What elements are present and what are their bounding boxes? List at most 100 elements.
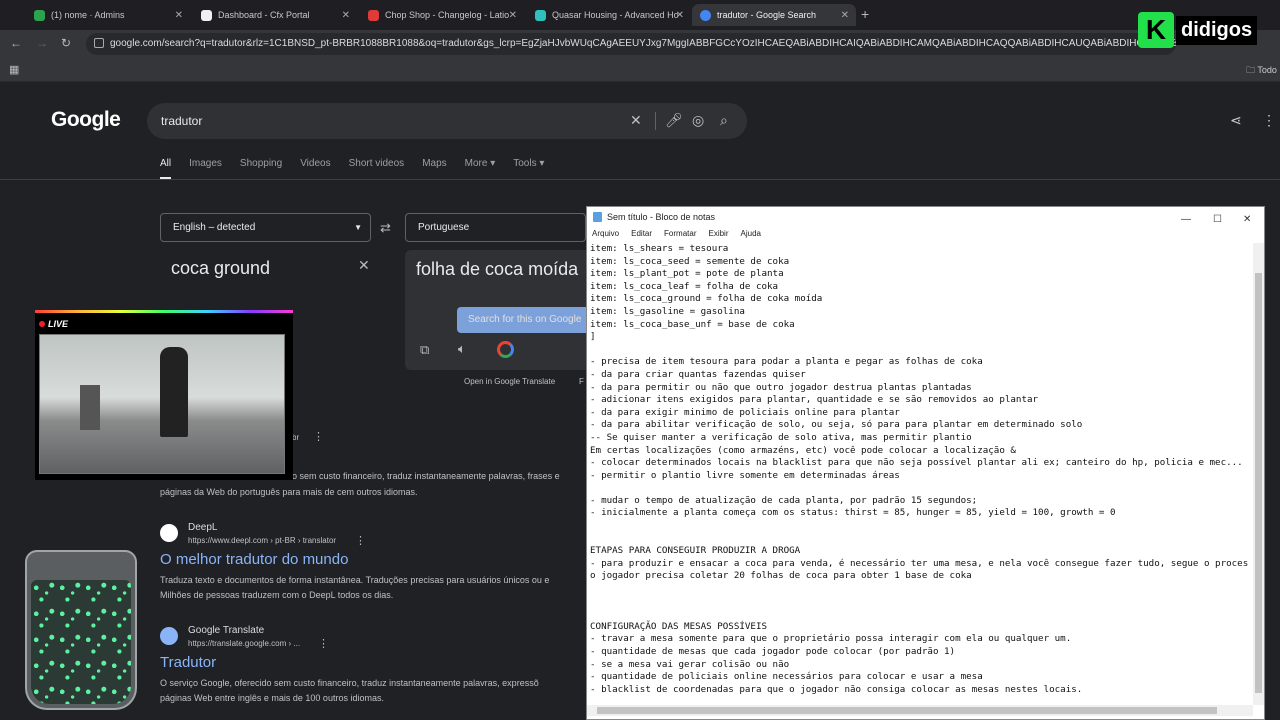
search-input[interactable]: tradutor bbox=[161, 114, 202, 128]
source-language: English – detected bbox=[173, 222, 256, 233]
tab-more[interactable]: More ▾ bbox=[465, 158, 496, 179]
notepad-line: - mudar o tempo de atualização de cada p… bbox=[590, 494, 978, 506]
google-g-icon[interactable] bbox=[497, 341, 514, 358]
speaker-icon[interactable]: 🔈︎ bbox=[458, 341, 466, 357]
menu-formatar[interactable]: Formatar bbox=[664, 229, 696, 243]
more-options-icon[interactable]: ⋮ bbox=[313, 430, 324, 443]
candy-fill bbox=[31, 580, 131, 704]
notepad-line: o jogador precisa coletar 20 folhas de c… bbox=[590, 570, 972, 582]
swap-languages-icon[interactable]: ⇄ bbox=[380, 220, 391, 236]
tab-label: Quasar Housing - Advanced Ho bbox=[552, 10, 679, 20]
clear-search-icon[interactable]: ✕ bbox=[630, 112, 642, 129]
new-tab-button[interactable]: + bbox=[861, 6, 869, 22]
apps-icon[interactable]: ▦ bbox=[9, 63, 19, 76]
notepad-line bbox=[590, 533, 1250, 546]
notepad-line: - blacklist de coordenadas para que o jo… bbox=[590, 683, 1083, 695]
tab-maps[interactable]: Maps bbox=[422, 158, 446, 179]
result-site-name: Google Translate bbox=[188, 625, 265, 636]
close-tab-icon[interactable]: ✕ bbox=[175, 10, 183, 21]
browser-tab[interactable]: Dashboard - Cfx Portal ✕ bbox=[193, 4, 357, 26]
close-icon[interactable]: ✕ bbox=[1243, 210, 1251, 230]
share-icon[interactable]: ⋖ bbox=[1230, 112, 1242, 129]
more-options-icon[interactable]: ⋮ bbox=[318, 637, 329, 650]
feedback-link[interactable]: F bbox=[579, 377, 584, 386]
open-in-google-translate-link[interactable]: Open in Google Translate bbox=[464, 377, 555, 386]
tab-shopping[interactable]: Shopping bbox=[240, 158, 282, 179]
notepad-line bbox=[590, 608, 1250, 621]
microphone-icon[interactable]: 🎤︎ bbox=[665, 112, 683, 129]
window-title: Sem título - Bloco de notas bbox=[607, 212, 716, 222]
notepad-menubar: Arquivo Editar Formatar Exibir Ajuda bbox=[587, 229, 1264, 243]
google-logo[interactable]: Google bbox=[51, 108, 121, 132]
person-silhouette bbox=[160, 347, 188, 437]
menu-ajuda[interactable]: Ajuda bbox=[741, 229, 761, 243]
browser-tab-active[interactable]: tradutor - Google Search ✕ bbox=[692, 4, 856, 26]
notepad-line bbox=[590, 482, 1250, 495]
source-language-select[interactable]: English – detected ▼ bbox=[160, 213, 371, 242]
browser-tab[interactable]: Chop Shop - Changelog - Latio ✕ bbox=[360, 4, 524, 26]
notepad-line: - se a mesa vai gerar colisão ou não bbox=[590, 658, 790, 670]
menu-exibir[interactable]: Exibir bbox=[708, 229, 728, 243]
back-icon[interactable]: ← bbox=[10, 36, 22, 50]
close-tab-icon[interactable]: ✕ bbox=[841, 10, 849, 21]
navigation-bar: ← → ↻ google.com/search?q=tradutor&rlz=1… bbox=[0, 30, 1280, 58]
browser-tab[interactable]: (1) nome · Admins ✕ bbox=[26, 4, 190, 26]
copy-icon[interactable]: ⧉ bbox=[420, 342, 429, 358]
notepad-line bbox=[590, 520, 1250, 533]
vertical-scrollbar[interactable] bbox=[1253, 243, 1264, 705]
live-dot-icon bbox=[39, 321, 45, 327]
horizontal-scrollbar[interactable] bbox=[587, 705, 1253, 716]
bookmark-folder-label: Todo bbox=[1257, 65, 1277, 75]
tab-all[interactable]: All bbox=[160, 158, 172, 179]
minimize-icon[interactable]: — bbox=[1181, 210, 1191, 230]
notepad-line: - da para criar quantas fazendas quiser bbox=[590, 368, 806, 380]
maximize-icon[interactable]: ☐ bbox=[1213, 210, 1222, 230]
tab-images[interactable]: Images bbox=[189, 158, 222, 179]
tab-short-videos[interactable]: Short videos bbox=[349, 158, 405, 179]
site-info-icon[interactable] bbox=[94, 38, 104, 48]
scrollbar-thumb[interactable] bbox=[1255, 273, 1262, 693]
search-box[interactable]: tradutor ✕ 🎤︎ ◎ ⌕ bbox=[147, 103, 747, 139]
result-url[interactable]: https://www.deepl.com › pt-BR › translat… bbox=[188, 536, 336, 545]
quasar-icon bbox=[535, 9, 546, 21]
scrollbar-thumb[interactable] bbox=[597, 707, 1217, 714]
translated-text: folha de coca moída bbox=[416, 259, 579, 279]
result-url[interactable]: https://translate.google.com › ... bbox=[188, 639, 300, 648]
notepad-text-area[interactable]: item: ls_shears = tesoura item: ls_coca_s… bbox=[590, 243, 1250, 705]
notepad-line: - colocar determinados locais na blackli… bbox=[590, 457, 1243, 469]
target-language-select[interactable]: Portuguese bbox=[405, 213, 586, 242]
close-tab-icon[interactable]: ✕ bbox=[676, 10, 684, 21]
live-webcam-overlay: LIVE bbox=[35, 310, 293, 480]
search-on-google-button[interactable]: Search for this on Google bbox=[457, 307, 597, 333]
search-icon[interactable]: ⌕ bbox=[720, 112, 728, 129]
notepad-line: - para produzir e ensacar a coca para ve… bbox=[590, 557, 1249, 569]
forward-icon[interactable]: → bbox=[36, 36, 48, 50]
tab-label: (1) nome · Admins bbox=[51, 10, 125, 20]
cfx-icon bbox=[201, 9, 212, 21]
browser-tab[interactable]: Quasar Housing - Advanced Ho ✕ bbox=[527, 4, 691, 26]
notepad-line: - da para exigir minimo de policiais onl… bbox=[590, 406, 900, 418]
clear-source-icon[interactable]: ✕ bbox=[358, 257, 370, 274]
bookmark-folder[interactable]: 🗀 Todo bbox=[1246, 63, 1277, 79]
notepad-line: item: ls_coca_ground = folha de coka moí… bbox=[590, 293, 823, 305]
source-text[interactable]: coca ground bbox=[171, 258, 270, 279]
close-tab-icon[interactable]: ✕ bbox=[342, 10, 350, 21]
result-title-link[interactable]: Tradutor bbox=[160, 654, 216, 671]
result-title-link[interactable]: O melhor tradutor do mundo bbox=[160, 551, 348, 568]
result-site-name: DeepL bbox=[188, 522, 218, 533]
tab-videos[interactable]: Videos bbox=[300, 158, 330, 179]
menu-arquivo[interactable]: Arquivo bbox=[592, 229, 619, 243]
notepad-line bbox=[590, 344, 1250, 357]
notepad-line: item: ls_shears = tesoura bbox=[590, 243, 729, 254]
tab-bar: (1) nome · Admins ✕ Dashboard - Cfx Port… bbox=[0, 0, 1280, 30]
reload-icon[interactable]: ↻ bbox=[61, 36, 71, 50]
more-options-icon[interactable]: ⋮ bbox=[355, 534, 366, 547]
lens-icon[interactable]: ◎ bbox=[692, 112, 704, 129]
notepad-line: item: ls_coca_leaf = folha de coka bbox=[590, 280, 779, 292]
tab-tools[interactable]: Tools ▾ bbox=[513, 158, 544, 179]
notepad-line: - da para abilitar verificação de solo, … bbox=[590, 419, 1083, 431]
menu-editar[interactable]: Editar bbox=[631, 229, 652, 243]
address-bar[interactable]: google.com/search?q=tradutor&rlz=1C1BNSD… bbox=[86, 33, 1176, 55]
close-tab-icon[interactable]: ✕ bbox=[509, 10, 517, 21]
google-apps-icon[interactable]: ⋮ bbox=[1262, 112, 1276, 129]
